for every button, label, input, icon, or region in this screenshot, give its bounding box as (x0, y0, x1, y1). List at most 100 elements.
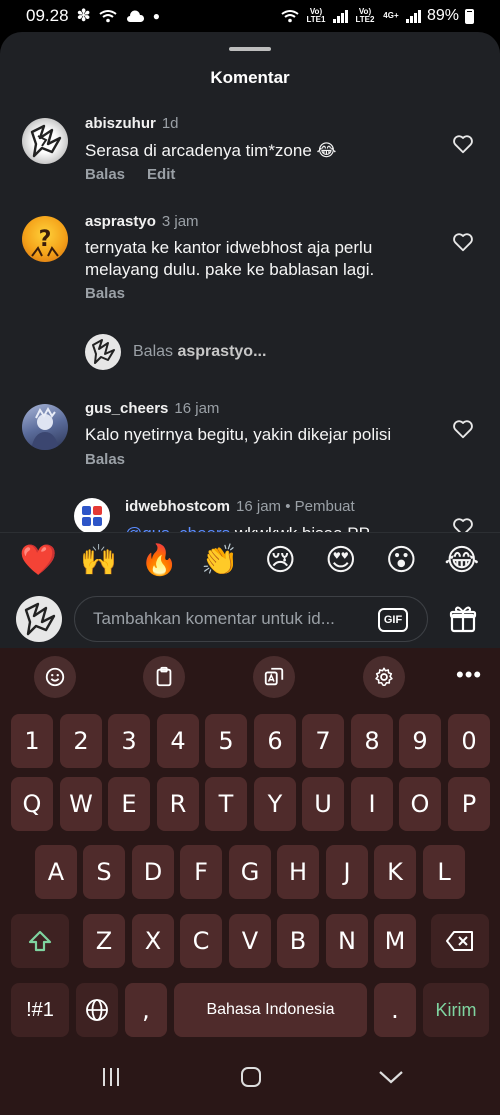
key-k[interactable]: K (374, 845, 416, 899)
clock: 09.28 (26, 6, 69, 25)
key-n[interactable]: N (326, 914, 368, 968)
key-q[interactable]: Q (11, 777, 53, 831)
avatar[interactable] (22, 118, 68, 164)
key-d[interactable]: D (132, 845, 174, 899)
key-r[interactable]: R (157, 777, 199, 831)
key-f[interactable]: F (180, 845, 222, 899)
reply-button[interactable]: Balas (85, 285, 125, 302)
heart-icon[interactable] (452, 418, 474, 440)
reply-prompt[interactable]: Balas asprastyo... (85, 334, 266, 370)
gif-button[interactable]: GIF (378, 608, 408, 632)
avatar (85, 334, 121, 370)
key-a[interactable]: A (35, 845, 77, 899)
key-w[interactable]: W (60, 777, 102, 831)
gear-icon (375, 667, 393, 687)
recent-apps-icon (103, 1068, 119, 1086)
clipboard-button[interactable] (143, 656, 185, 698)
key-b[interactable]: B (277, 914, 319, 968)
reply-username[interactable]: idwebhostcom 16 jam • Pembuat (125, 498, 355, 515)
shift-key[interactable] (11, 914, 69, 968)
emoji-button[interactable]: 😮 (377, 543, 425, 578)
key-i[interactable]: I (351, 777, 393, 831)
sheet-title: Komentar (210, 68, 290, 87)
emoji-button[interactable]: 😂 (438, 543, 486, 578)
signal-icon (332, 9, 348, 23)
emoji-button[interactable]: 👏 (196, 543, 244, 578)
edit-button[interactable]: Edit (147, 166, 175, 183)
comment-composer: Tambahkan komentar untuk id... GIF (0, 588, 500, 648)
space-key[interactable]: Bahasa Indonesia (174, 983, 367, 1037)
key-p[interactable]: P (448, 777, 490, 831)
drag-handle[interactable] (229, 47, 271, 51)
comment-text: Kalo nyetirnya begitu, yakin dikejar pol… (85, 425, 392, 444)
key-5[interactable]: 5 (205, 714, 247, 768)
emoji-button[interactable]: 😢 (256, 543, 304, 578)
comment-input[interactable]: Tambahkan komentar untuk id... (74, 596, 428, 642)
avatar[interactable]: ? (22, 216, 68, 262)
recent-apps-button[interactable] (96, 1062, 126, 1092)
backspace-icon (446, 931, 473, 951)
key-m[interactable]: M (374, 914, 416, 968)
reply-button[interactable]: Balas (85, 451, 125, 468)
symbols-key[interactable]: !#1 (11, 983, 69, 1037)
key-c[interactable]: C (180, 914, 222, 968)
flower-icon: ✽ (76, 6, 91, 25)
shift-arrow-icon (28, 930, 52, 952)
comment-username[interactable]: gus_cheers 16 jam (85, 400, 219, 417)
key-l[interactable]: L (423, 845, 465, 899)
emoji-button[interactable]: ❤️ (14, 543, 62, 578)
avatar[interactable] (22, 404, 68, 450)
key-y[interactable]: Y (254, 777, 296, 831)
key-9[interactable]: 9 (399, 714, 441, 768)
creator-badge: • Pembuat (285, 498, 355, 515)
key-1[interactable]: 1 (11, 714, 53, 768)
key-7[interactable]: 7 (302, 714, 344, 768)
settings-button[interactable] (363, 656, 405, 698)
key-e[interactable]: E (108, 777, 150, 831)
key-o[interactable]: O (399, 777, 441, 831)
comment-actions: Balas Edit (85, 166, 175, 183)
key-6[interactable]: 6 (254, 714, 296, 768)
comment-time: 1d (161, 115, 179, 132)
key-h[interactable]: H (277, 845, 319, 899)
comment-username[interactable]: asprastyo 3 jam (85, 213, 199, 230)
send-key[interactable]: Kirim (423, 983, 489, 1037)
translate-button[interactable] (253, 656, 295, 698)
heart-icon[interactable] (452, 133, 474, 155)
comment-actions: Balas (85, 451, 125, 468)
key-u[interactable]: U (302, 777, 344, 831)
key-g[interactable]: G (229, 845, 271, 899)
emoji-button[interactable]: 😍 (317, 543, 365, 578)
smiley-icon (45, 667, 65, 687)
more-options-button[interactable]: ••• (456, 662, 482, 688)
comment-text: Serasa di arcadenya tim*zone 😂 (85, 141, 337, 160)
key-4[interactable]: 4 (157, 714, 199, 768)
emoji-button[interactable]: 🔥 (135, 543, 183, 578)
period-key[interactable]: . (374, 983, 416, 1037)
comma-key[interactable]: , (125, 983, 167, 1037)
key-s[interactable]: S (83, 845, 125, 899)
key-x[interactable]: X (132, 914, 174, 968)
language-key[interactable] (76, 983, 118, 1037)
backspace-key[interactable] (431, 914, 489, 968)
emoji-button[interactable]: 🙌 (75, 543, 123, 578)
key-j[interactable]: J (326, 845, 368, 899)
avatar[interactable] (74, 498, 110, 534)
key-v[interactable]: V (229, 914, 271, 968)
key-8[interactable]: 8 (351, 714, 393, 768)
chevron-down-icon (379, 1071, 403, 1084)
key-z[interactable]: Z (83, 914, 125, 968)
home-button[interactable] (236, 1062, 266, 1092)
comment-username[interactable]: abiszuhur 1d (85, 115, 179, 132)
back-button[interactable] (376, 1062, 406, 1092)
emoji-keyboard-button[interactable] (34, 656, 76, 698)
clipboard-icon (156, 666, 172, 687)
heart-icon[interactable] (452, 231, 474, 253)
signal-icon (405, 9, 421, 23)
key-3[interactable]: 3 (108, 714, 150, 768)
key-0[interactable]: 0 (448, 714, 490, 768)
key-t[interactable]: T (205, 777, 247, 831)
key-2[interactable]: 2 (60, 714, 102, 768)
gift-icon[interactable] (448, 604, 478, 634)
reply-button[interactable]: Balas (85, 166, 125, 183)
